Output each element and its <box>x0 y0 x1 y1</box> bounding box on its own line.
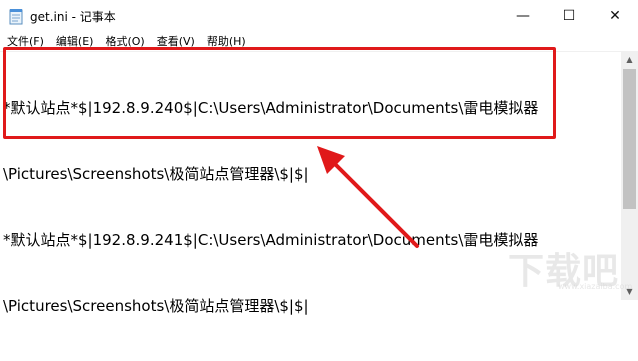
maximize-icon: ☐ <box>562 8 576 24</box>
watermark-url: www.xiazaiba.com <box>558 282 633 291</box>
notepad-icon <box>9 9 23 25</box>
text-line: \Pictures\Screenshots\极简站点管理器\$|$| <box>3 297 309 315</box>
maximize-button[interactable]: ☐ <box>546 0 592 32</box>
scroll-thumb[interactable] <box>623 69 636 209</box>
close-button[interactable]: ✕ <box>592 0 638 32</box>
scroll-up-icon[interactable]: ▲ <box>621 51 638 68</box>
notepad-window: get.ini - 记事本 — ☐ ✕ 文件(F) 编辑(E) 格式(O) 查看… <box>0 0 638 315</box>
window-title: get.ini - 记事本 <box>30 10 116 24</box>
annotation-arrow-icon <box>317 146 419 248</box>
minimize-icon: — <box>516 8 530 24</box>
close-icon: ✕ <box>609 8 621 24</box>
title-bar[interactable]: get.ini - 记事本 — ☐ ✕ <box>0 0 638 32</box>
minimize-button[interactable]: — <box>500 0 546 32</box>
highlight-annotation-box <box>3 47 556 139</box>
watermark-logo: 下载吧 www.xiazaiba.com <box>508 242 632 294</box>
